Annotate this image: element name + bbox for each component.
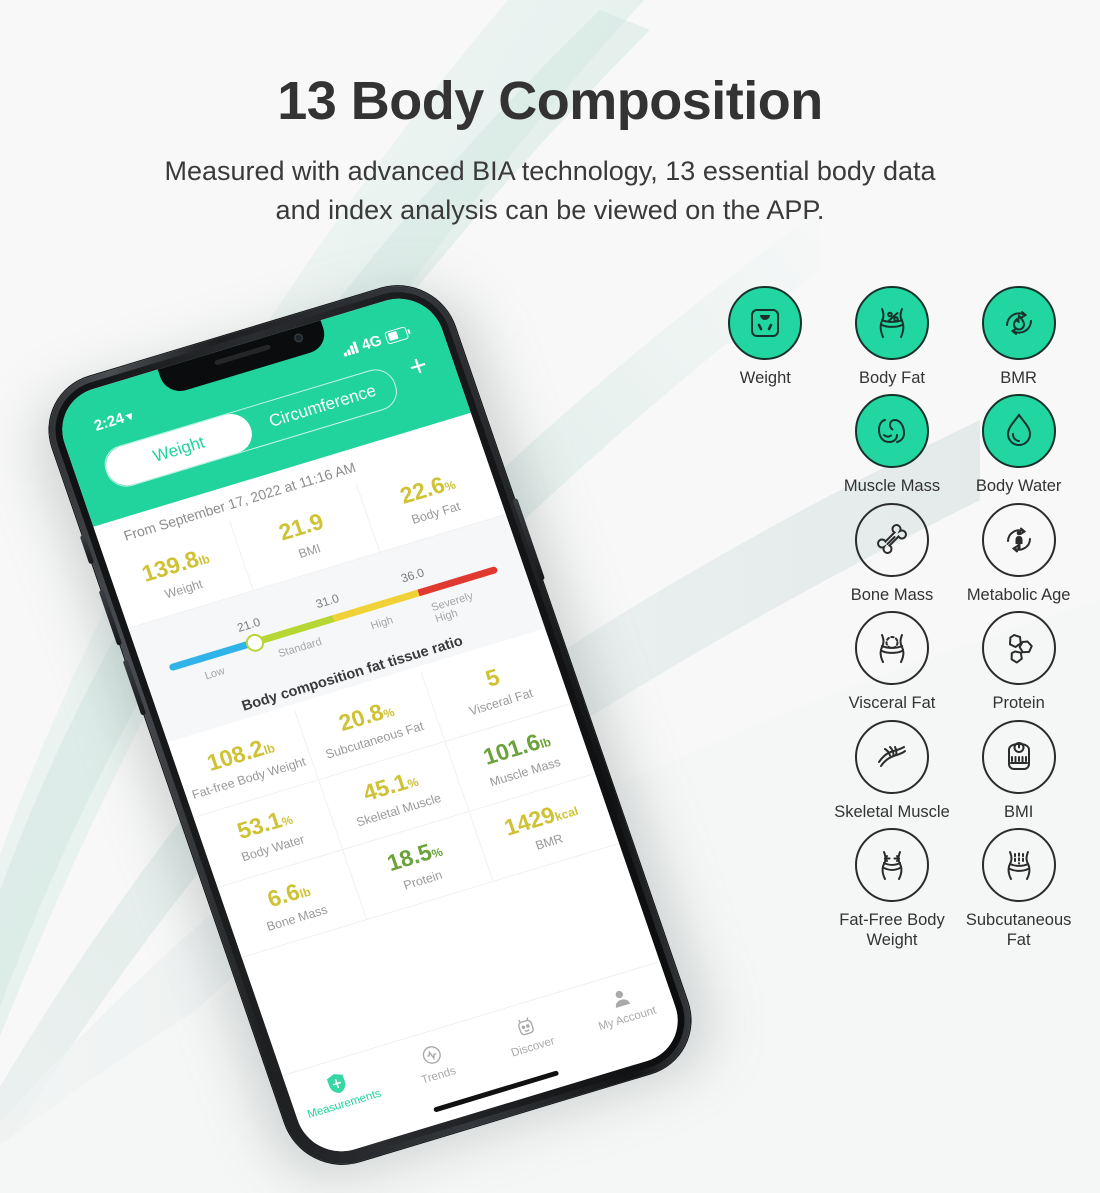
- metric-label: Visceral Fat: [467, 685, 535, 718]
- metric-unit: %: [442, 477, 458, 494]
- feature-icon-grid: Weight Body Fat BMR Muscle Mass Body Water Bo…: [702, 286, 1082, 956]
- metric-value: 21.9: [275, 507, 327, 545]
- metric-unit: kcal: [552, 803, 580, 824]
- tabbar-item-my-account[interactable]: My Account: [570, 973, 677, 1038]
- gauge-tick: 36.0: [399, 565, 426, 586]
- person-cycle-icon: [981, 502, 1056, 577]
- icon-grid-row: Weight Body Fat BMR: [702, 286, 1082, 388]
- discover-icon: [512, 1013, 540, 1040]
- gauge-tick: 31.0: [313, 591, 341, 612]
- metric-unit: lb: [196, 551, 212, 568]
- icon-label: BMR: [1000, 369, 1037, 387]
- metric-value: 6.6lb: [263, 877, 313, 912]
- skeletal-muscle-icon: [854, 719, 929, 794]
- metric-label: Protein: [401, 867, 444, 893]
- gauge-tick: 21.0: [235, 614, 263, 635]
- page-subtitle: Measured with advanced BIA technology, 1…: [164, 156, 936, 225]
- metric-unit: %: [381, 704, 397, 721]
- icon-cell-skeletal-muscle[interactable]: Skeletal Muscle: [829, 719, 956, 822]
- metric-value: 5: [482, 662, 503, 692]
- icon-label: Metabolic Age: [966, 585, 1071, 604]
- status-network: 4G: [359, 331, 384, 354]
- icon-cell-body-fat[interactable]: Body Fat: [829, 286, 956, 388]
- metric-unit: lb: [261, 740, 277, 757]
- icon-cell-bmr[interactable]: BMR: [955, 286, 1082, 388]
- pulse-icon: [417, 1041, 445, 1068]
- icon-cell-fat-free-body-weight[interactable]: Fat-Free Body Weight: [829, 828, 956, 950]
- icon-label: BMI: [1003, 802, 1034, 821]
- metric-unit: %: [405, 774, 421, 791]
- icon-cell-muscle-mass[interactable]: Muscle Mass: [829, 394, 956, 496]
- icon-label: Weight: [739, 369, 791, 387]
- metric-unit: lb: [297, 884, 313, 901]
- scale-icon: [728, 286, 803, 360]
- tabbar-item-trends[interactable]: Trends: [381, 1030, 488, 1095]
- icon-label: Body Water: [975, 477, 1062, 496]
- icon-label: Visceral Fat: [848, 694, 936, 713]
- icon-cell-body-water[interactable]: Body Water: [955, 394, 1082, 496]
- phone-mockup: 2:24 4G Weight Circumference + From Sept…: [19, 271, 800, 1193]
- icon-label: Skeletal Muscle: [834, 802, 950, 821]
- icon-cell-metabolic-age[interactable]: Metabolic Age: [955, 502, 1082, 605]
- metric-label: BMR: [533, 830, 565, 853]
- metric-label: BMI: [296, 540, 323, 561]
- metric-unit: lb: [537, 734, 553, 751]
- shield-icon: [323, 1070, 351, 1097]
- battery-icon: [383, 325, 410, 345]
- add-record-button[interactable]: +: [404, 348, 432, 384]
- icon-label: Subcutaneous Fat: [965, 911, 1072, 949]
- tabbar-label: My Account: [597, 1004, 658, 1034]
- person-icon: [606, 984, 634, 1011]
- tabbar-item-discover[interactable]: Discover: [475, 1002, 582, 1067]
- metric-unit: %: [429, 844, 445, 861]
- icon-cell-weight[interactable]: Weight: [702, 286, 829, 388]
- visceral-waist-icon: [854, 611, 929, 686]
- protein-cells-icon: [981, 611, 1056, 686]
- bone-icon: [854, 502, 929, 577]
- metric-value: 1429kcal: [500, 800, 580, 841]
- icon-grid-row: Bone Mass Metabolic Age: [702, 502, 1082, 605]
- icon-grid-row: Skeletal Muscle BMI: [702, 719, 1082, 822]
- tabbar-item-measurements[interactable]: Measurements: [286, 1059, 393, 1124]
- front-camera-icon: [292, 332, 305, 344]
- page-header: 13 Body Composition Measured with advanc…: [0, 0, 1100, 229]
- subcutaneous-waist-icon: [981, 828, 1056, 903]
- gauge-marker[interactable]: [243, 631, 267, 654]
- icon-label: Body Fat: [858, 369, 925, 387]
- flame-cycle-icon: [981, 286, 1056, 360]
- signal-bars-icon: [341, 341, 360, 357]
- page-title: 13 Body Composition: [277, 71, 823, 131]
- metric-label: Weight: [162, 576, 205, 601]
- icon-label: Fat-Free Body Weight: [839, 911, 945, 949]
- waist-percent-icon: [854, 286, 929, 360]
- location-arrow-icon: [125, 410, 136, 421]
- gauge-zone: Low: [203, 665, 227, 683]
- icon-cell-subcutaneous-fat[interactable]: Subcutaneous Fat: [955, 828, 1082, 950]
- water-drop-icon: [981, 394, 1056, 469]
- icon-cell-protein[interactable]: Protein: [955, 611, 1082, 713]
- gauge-zone: Standard: [276, 635, 324, 661]
- icon-cell-bmi[interactable]: BMI: [955, 719, 1082, 822]
- icon-grid-row: Visceral Fat Protein: [702, 611, 1082, 713]
- icon-grid-row: Muscle Mass Body Water: [702, 394, 1082, 496]
- fatfree-waist-icon: [854, 828, 929, 903]
- icon-label: Protein: [992, 694, 1045, 713]
- icon-grid-row: Fat-Free Body Weight Subcutaneous Fat: [702, 828, 1082, 950]
- icon-cell-bone-mass[interactable]: Bone Mass: [829, 502, 956, 605]
- metric-unit: %: [279, 812, 295, 829]
- tabbar-label: Discover: [509, 1035, 557, 1060]
- icon-cell-visceral-fat[interactable]: Visceral Fat: [829, 611, 956, 713]
- bmi-scale-icon: [981, 719, 1056, 794]
- status-time: 2:24: [91, 409, 127, 435]
- muscle-icon: [854, 394, 929, 469]
- icon-label: Bone Mass: [850, 585, 934, 604]
- gauge-zone: High: [369, 614, 395, 633]
- icon-label: Muscle Mass: [843, 477, 941, 496]
